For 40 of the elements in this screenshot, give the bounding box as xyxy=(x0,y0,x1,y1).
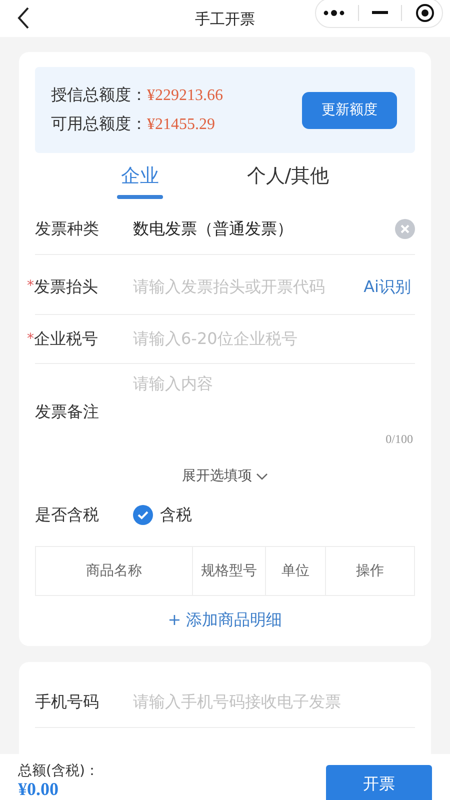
field-label: 发票备注 xyxy=(35,401,99,423)
input-field[interactable]: 请输入6-20位企业税号 xyxy=(133,327,415,351)
option-label: 含税 xyxy=(160,504,192,526)
ai-recognize-link[interactable]: Ai识别 xyxy=(364,274,411,298)
issue-invoice-button[interactable]: 开票 xyxy=(326,765,432,800)
add-item-button[interactable]: + 添加商品明细 xyxy=(168,608,282,632)
minimize-icon[interactable] xyxy=(372,11,388,15)
expand-options-button[interactable]: 展开选填项 xyxy=(182,466,268,487)
table-header-cell: 商品名称 xyxy=(36,547,193,595)
refresh-quota-button[interactable]: 更新额度 xyxy=(302,92,397,128)
field-label: 发票抬头 xyxy=(34,276,98,298)
quota-label: 可用总额度： xyxy=(51,113,147,135)
remark-textarea[interactable]: 请输入内容 xyxy=(133,372,415,432)
total-amount: ¥0.00 xyxy=(18,780,60,798)
tab[interactable]: 个人/其他 xyxy=(242,163,334,199)
required-mark: * xyxy=(27,330,34,348)
capsule-menu[interactable] xyxy=(315,0,443,28)
back-icon[interactable] xyxy=(16,6,30,30)
page-title: 手工开票 xyxy=(195,9,255,30)
chevron-down-icon xyxy=(256,472,268,480)
more-icon[interactable] xyxy=(322,9,345,17)
required-mark: * xyxy=(27,277,34,296)
input-field[interactable]: 请输入手机号码接收电子发票 xyxy=(133,690,415,714)
table-header-cell: 规格型号 xyxy=(193,547,266,595)
quota-amount: ¥229213.66 xyxy=(147,86,223,106)
tab[interactable]: 企业 xyxy=(116,163,163,199)
field-label: 发票种类 xyxy=(35,218,99,240)
checkbox-icon[interactable] xyxy=(133,505,153,525)
field-label: 是否含税 xyxy=(35,504,100,526)
quota-amount: ¥21455.29 xyxy=(147,115,215,135)
target-icon[interactable] xyxy=(415,3,436,23)
quota-label: 授信总额度： xyxy=(51,84,147,106)
field-label: 企业税号 xyxy=(34,328,98,350)
field-label: 手机号码 xyxy=(35,690,100,712)
char-counter: 0/100 xyxy=(386,431,413,448)
total-label: 总额(含税)： xyxy=(18,762,99,780)
table-header-cell: 单位 xyxy=(266,547,326,595)
input-field[interactable]: 请输入发票抬头或开票代码 xyxy=(133,274,356,298)
table-header-cell-text: 操作 xyxy=(355,562,385,580)
select-field[interactable]: 数电发票（普通发票） xyxy=(133,216,395,240)
